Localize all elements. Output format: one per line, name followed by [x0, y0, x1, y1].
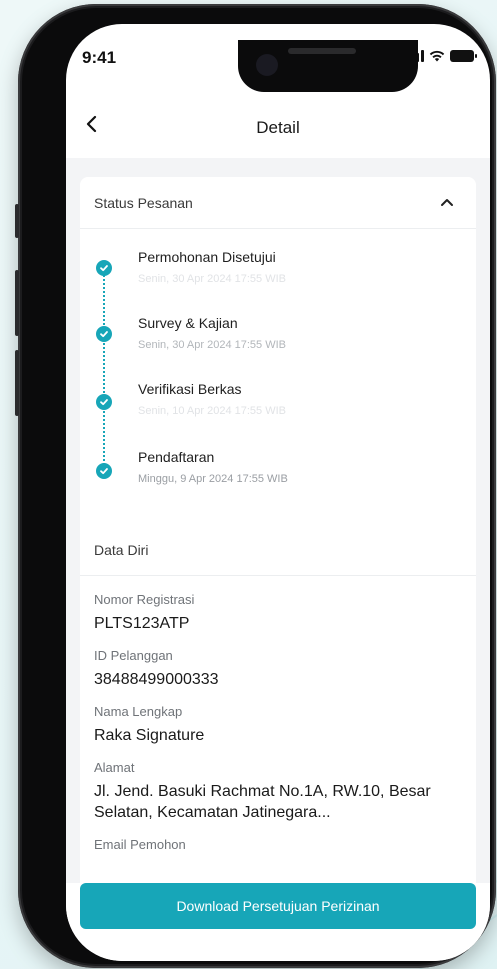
- footer-bar: Download Persetujuan Perizinan: [66, 883, 490, 961]
- field-email-pemohon: Email Pemohon: [80, 837, 476, 852]
- step-date: Senin, 30 Apr 2024 17:55 WIB: [138, 273, 286, 285]
- battery-icon: [450, 50, 477, 62]
- field-label: Nama Lengkap: [94, 704, 183, 719]
- step-title: Survey & Kajian: [138, 315, 238, 331]
- field-id-pelanggan: ID Pelanggan 38488499000333: [80, 648, 476, 690]
- notch: [238, 40, 418, 92]
- step-title: Permohonan Disetujui: [138, 249, 276, 265]
- timeline-step: Permohonan Disetujui Senin, 30 Apr 2024 …: [80, 249, 460, 309]
- step-title: Pendaftaran: [138, 449, 215, 465]
- field-label: Nomor Registrasi: [94, 592, 195, 607]
- step-date: Senin, 10 Apr 2024 17:55 WIB: [138, 405, 286, 417]
- field-label: Email Pemohon: [94, 837, 186, 852]
- status-pesanan-header[interactable]: Status Pesanan: [80, 177, 476, 229]
- field-value: Jl. Jend. Basuki Rachmat No.1A, RW.10, B…: [94, 783, 431, 821]
- data-diri-card: Data Diri Nomor Registrasi PLTS123ATP ID…: [80, 524, 476, 883]
- chevron-up-icon[interactable]: [440, 197, 454, 207]
- data-diri-header: Data Diri: [80, 524, 476, 576]
- timeline-step: Pendaftaran Minggu, 9 Apr 2024 17:55 WIB: [80, 449, 460, 509]
- field-nomor-registrasi: Nomor Registrasi PLTS123ATP: [80, 592, 476, 634]
- field-alamat: Alamat Jl. Jend. Basuki Rachmat No.1A, R…: [80, 760, 476, 823]
- check-circle-icon: [96, 463, 112, 479]
- check-circle-icon: [96, 260, 112, 276]
- field-label: ID Pelanggan: [94, 648, 173, 663]
- volume-up-button: [15, 270, 19, 336]
- phone-frame: 9:41 Detail Status Pesanan Permohonan Di…: [15, 4, 496, 968]
- detail-content[interactable]: Status Pesanan Permohonan Disetujui Seni…: [66, 158, 490, 883]
- front-camera: [256, 54, 278, 76]
- status-time: 9:41: [82, 48, 117, 67]
- data-diri-title: Data Diri: [94, 542, 149, 558]
- field-value: Raka Signature: [94, 727, 205, 744]
- step-date: Senin, 30 Apr 2024 17:55 WIB: [138, 339, 286, 351]
- field-value: PLTS123ATP: [94, 615, 190, 632]
- volume-down-button: [15, 350, 19, 416]
- mute-switch: [15, 204, 19, 238]
- check-circle-icon: [96, 394, 112, 410]
- app-header: Detail: [66, 88, 490, 158]
- screen: 9:41 Detail Status Pesanan Permohonan Di…: [66, 24, 490, 961]
- step-date: Minggu, 9 Apr 2024 17:55 WIB: [138, 473, 288, 485]
- timeline-step: Survey & Kajian Senin, 30 Apr 2024 17:55…: [80, 315, 460, 375]
- step-title: Verifikasi Berkas: [138, 381, 242, 397]
- field-label: Alamat: [94, 760, 135, 775]
- page-title: Detail: [256, 118, 300, 137]
- status-pesanan-card: Status Pesanan Permohonan Disetujui Seni…: [80, 177, 476, 556]
- wifi-icon: [429, 50, 445, 62]
- status-pesanan-title: Status Pesanan: [94, 195, 193, 211]
- status-timeline: Permohonan Disetujui Senin, 30 Apr 2024 …: [80, 229, 476, 556]
- timeline-step: Verifikasi Berkas Senin, 10 Apr 2024 17:…: [80, 381, 460, 441]
- download-persetujuan-button[interactable]: Download Persetujuan Perizinan: [80, 883, 476, 929]
- field-nama-lengkap: Nama Lengkap Raka Signature: [80, 704, 476, 746]
- field-value: 38488499000333: [94, 671, 219, 688]
- check-circle-icon: [96, 326, 112, 342]
